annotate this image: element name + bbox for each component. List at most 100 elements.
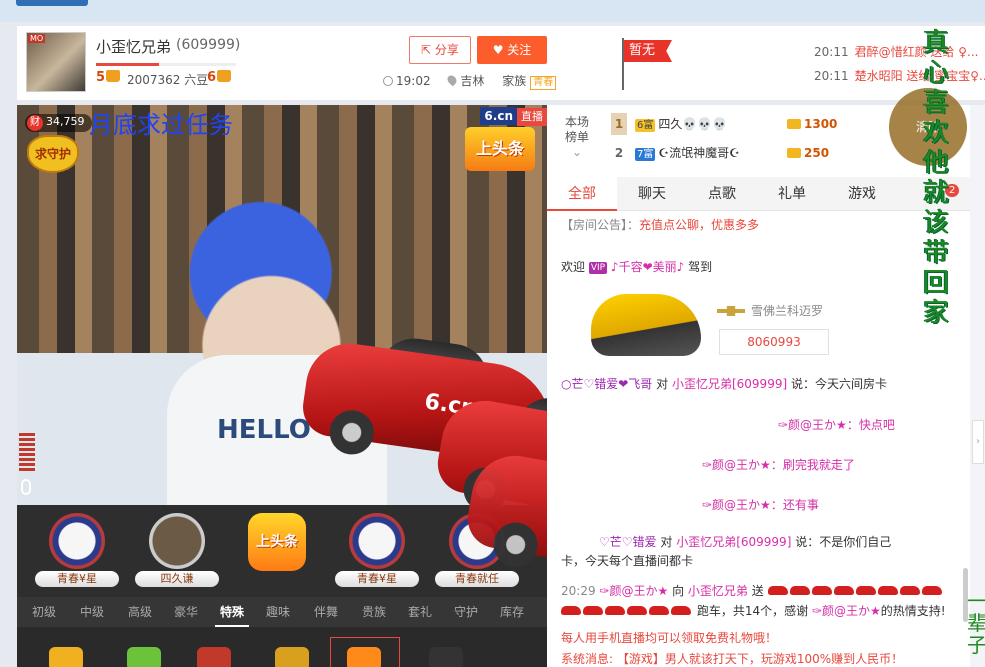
expand-arrow-icon[interactable]: › <box>972 420 984 464</box>
system-text[interactable]: 【游戏】男人就该打天下，玩游戏100%赚到人民币！ <box>617 652 903 666</box>
guard-slot[interactable]: 青春¥星 <box>335 513 419 587</box>
sports-car-icon <box>649 606 669 615</box>
sports-car-icon <box>855 586 876 595</box>
wealth-level-value: 5 <box>96 70 106 85</box>
car-number: 8060993 <box>719 329 829 355</box>
volume-meter <box>19 433 35 473</box>
chevron-down-icon[interactable]: ⌄ <box>559 145 595 160</box>
car-card: 雪佛兰科迈罗 8060993 <box>591 294 831 364</box>
coin-icon <box>787 148 801 158</box>
announcement: 【房间公告】：充值点公聊，优惠多多 <box>561 216 759 234</box>
microphone-icon[interactable] <box>21 479 31 495</box>
welcome-action: 驾到 <box>688 260 713 274</box>
guard-slot[interactable]: 青春¥星 <box>35 513 119 587</box>
heart-icon: ♥ <box>492 43 508 57</box>
guard-label: 青春¥星 <box>35 571 119 587</box>
gift-tab[interactable]: 守护 <box>449 597 483 627</box>
overlay-text: 月底求过任务 <box>89 111 233 139</box>
sports-car-icon <box>877 586 898 595</box>
location: 吉林 <box>460 74 485 88</box>
guard-slot[interactable]: 上头条 <box>235 513 319 571</box>
brand-logo: 6.cn <box>480 107 517 125</box>
chat-tab-all[interactable]: 全部 <box>547 177 617 211</box>
family-tag[interactable]: 青春 <box>530 76 557 90</box>
chat-target[interactable]: 小歪忆兄弟[609999] <box>676 535 791 549</box>
share-button[interactable]: ⇱ 分享 <box>409 36 471 64</box>
gift-tab[interactable]: 豪华 <box>169 597 203 627</box>
share-icon: ⇱ <box>421 43 435 57</box>
gift-tab[interactable]: 套礼 <box>403 597 437 627</box>
welcome-user[interactable]: ♪千容❤美丽♪ <box>611 260 684 274</box>
chat-tab-chat[interactable]: 聊天 <box>617 177 687 211</box>
gift-user[interactable]: ✑颜@王か★ <box>599 584 668 598</box>
star-level: 6 <box>207 70 232 85</box>
anchor-name[interactable]: 小歪忆兄弟 <box>96 36 171 57</box>
chat-message: 卡，今天每个直播间都卡 <box>561 552 693 570</box>
gift-trophy-icon[interactable] <box>275 647 309 667</box>
gift-crown-icon[interactable] <box>49 647 83 667</box>
coin-icon <box>787 119 801 129</box>
chat-target[interactable]: 小歪忆兄弟[609999] <box>672 377 787 391</box>
gift-tab[interactable]: 伴舞 <box>309 597 343 627</box>
level-progress-fill <box>96 63 159 66</box>
rank-row[interactable]: 1 6富 四久💀💀💀 1300 <box>611 113 837 135</box>
gift-feed-text[interactable]: 君醉@惜红颜 送给 ♀... <box>855 45 979 59</box>
chat-tab-gifts[interactable]: 礼单 <box>757 177 827 211</box>
gift-tab[interactable]: 趣味 <box>261 597 295 627</box>
chat-user[interactable]: ✑颜@王か★ <box>702 498 771 512</box>
guard-slot[interactable]: 四久谦 <box>135 513 219 587</box>
gift-tab[interactable]: 中级 <box>75 597 109 627</box>
chat-user[interactable]: ○芒♡错爱❤飞哥 <box>561 377 652 391</box>
gift-feed-item: 20:11 君醉@惜红颜 送给 ♀... <box>814 40 985 64</box>
gift-tab[interactable]: 初级 <box>27 597 61 627</box>
chat-tab-songs[interactable]: 点歌 <box>687 177 757 211</box>
gift-tab[interactable]: 高级 <box>123 597 157 627</box>
chat-tab-games[interactable]: 游戏 <box>827 177 897 211</box>
sports-car-icon <box>583 606 603 615</box>
gift-item-icon[interactable] <box>429 647 463 667</box>
gift-fruit-icon[interactable] <box>127 647 161 667</box>
gift-firework-icon[interactable] <box>197 647 231 667</box>
rank-row[interactable]: 2 7富 ☪流氓神魔哥☪ 250 <box>611 142 829 164</box>
gift-headline-icon[interactable] <box>347 647 381 667</box>
chat-text: ：还有事 <box>770 498 819 512</box>
rank-coins: 1300 <box>787 113 837 135</box>
sports-car-icon <box>811 586 832 595</box>
chat-user[interactable]: ♡芒♡错爱 <box>599 535 657 549</box>
announcement-label: 【房间公告】： <box>561 218 640 232</box>
vip-badge: VIP <box>588 262 608 274</box>
gift-tab-active[interactable]: 特殊 <box>215 597 249 627</box>
sports-car-icon <box>833 586 854 595</box>
rank-label[interactable]: 本场 榜单 ⌄ <box>559 115 595 160</box>
welcome-message: 欢迎 VIP ♪千容❤美丽♪ 驾到 <box>561 258 712 276</box>
gift-tab[interactable]: 库存 <box>495 597 529 627</box>
chat-messages[interactable]: 【房间公告】：充值点公聊，优惠多多 欢迎 VIP ♪千容❤美丽♪ 驾到 雪佛兰科… <box>547 212 970 667</box>
guard-label: 青春¥星 <box>335 571 419 587</box>
chat-user[interactable]: ✑颜@王か★ <box>702 458 771 472</box>
rank-user[interactable]: ☪流氓神魔哥☪ <box>658 146 740 160</box>
share-label: 分享 <box>434 43 459 57</box>
right-edge-bar: › <box>970 105 985 667</box>
headline-badge[interactable]: 上头条 <box>465 127 535 171</box>
sports-car-icon <box>561 606 581 615</box>
wealth-level: 5 <box>96 70 121 85</box>
vertical-overlay-text-2: 一辈子 <box>967 589 985 657</box>
sports-car-icon <box>767 586 788 595</box>
family-label: 家族 <box>502 74 527 88</box>
clock-icon <box>383 76 393 86</box>
guard-request-badge[interactable]: 求守护 <box>27 135 79 173</box>
chat-user[interactable]: ✑颜@王か★ <box>778 418 847 432</box>
room-meta: 19:02 吉林 家族 青春 <box>383 72 557 90</box>
chat-message: ✑颜@王か★：刷完我就走了 <box>702 456 855 474</box>
anchor-avatar[interactable]: MO <box>26 32 86 92</box>
gift-target[interactable]: 小歪忆兄弟 <box>688 584 748 598</box>
follow-button[interactable]: ♥ 关注 <box>477 36 547 64</box>
gift-thanks-user[interactable]: ✑颜@王か★ <box>812 604 881 618</box>
rank-coins: 250 <box>787 142 829 164</box>
gift-message: 20:29 ✑颜@王か★ 向 小歪忆兄弟 送 <box>561 582 944 600</box>
live-time: 19:02 <box>396 74 431 88</box>
gift-tab[interactable]: 贵族 <box>357 597 391 627</box>
chat-tabs: 全部 聊天 点歌 礼单 游戏 2 <box>547 177 970 211</box>
gift-line2: 跑车，共14个，感谢 <box>696 604 809 618</box>
rank-user[interactable]: 四久💀💀💀 <box>658 117 727 131</box>
